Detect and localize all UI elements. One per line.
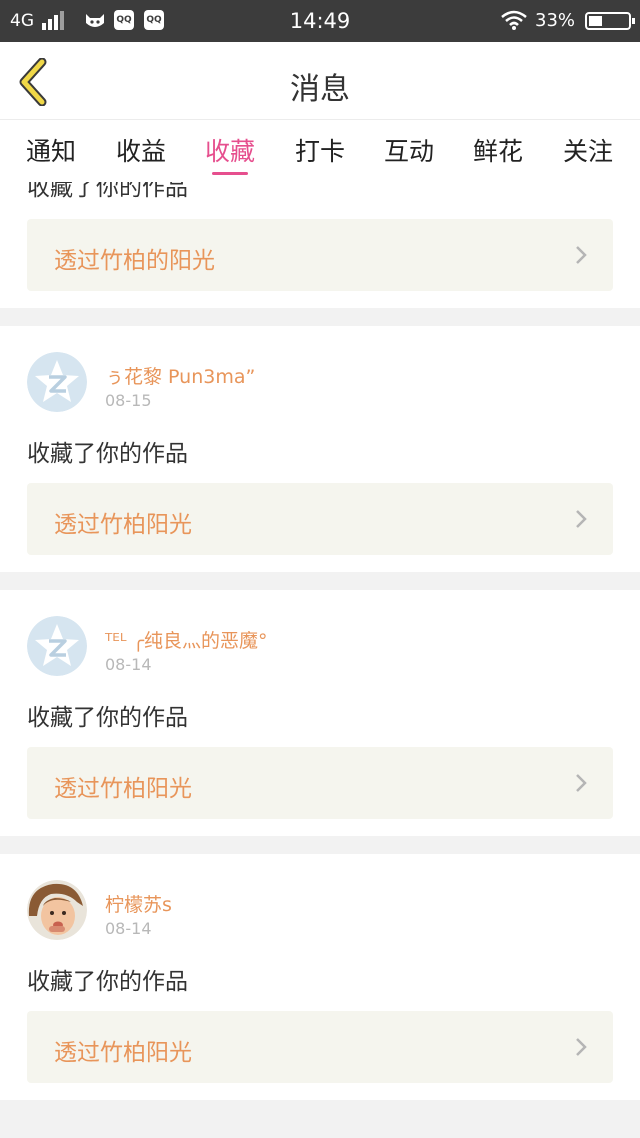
list-item: ᵀᴱᴸ ╭纯良灬的恶魔° 08-14 收藏了你的作品 透过竹柏阳光 xyxy=(0,590,640,836)
timestamp: 08-14 xyxy=(105,919,152,938)
active-tab-indicator xyxy=(212,172,248,175)
avatar[interactable] xyxy=(27,616,87,676)
tab-flowers[interactable]: 鲜花 xyxy=(473,132,523,168)
timestamp: 08-15 xyxy=(105,391,152,410)
work-link[interactable]: 透过竹柏阳光 xyxy=(27,1011,613,1083)
action-text: 收藏了你的作品 xyxy=(27,182,188,201)
work-title: 透过竹柏阳光 xyxy=(54,1040,192,1066)
wifi-icon xyxy=(501,10,527,30)
page-title: 消息 xyxy=(290,72,350,107)
battery-percent: 33% xyxy=(535,10,576,31)
tab-favorites[interactable]: 收藏 xyxy=(205,132,255,168)
work-title: 透过竹柏阳光 xyxy=(54,776,192,802)
tab-interactions[interactable]: 互动 xyxy=(384,132,434,168)
chevron-right-icon xyxy=(576,1038,587,1056)
avatar[interactable] xyxy=(27,880,87,940)
qzone-avatar-icon xyxy=(27,352,87,412)
list-item: ぅ花黎 Pun3ma” 08-15 收藏了你的作品 透过竹柏阳光 xyxy=(0,326,640,572)
action-text: 收藏了你的作品 xyxy=(27,705,188,731)
action-text: 收藏了你的作品 xyxy=(27,441,188,467)
tab-following[interactable]: 关注 xyxy=(563,132,613,168)
list-item: 柠檬苏s 08-14 收藏了你的作品 透过竹柏阳光 xyxy=(0,854,640,1100)
chevron-right-icon xyxy=(576,510,587,528)
qzone-avatar-icon xyxy=(27,616,87,676)
favorites-feed: 收藏了你的作品 透过竹柏的阳光 ぅ花黎 Pun3ma” 08-15 收藏了你的作… xyxy=(0,182,640,1138)
work-title: 透过竹柏阳光 xyxy=(54,512,192,538)
child-photo-avatar-icon xyxy=(27,880,87,940)
work-link[interactable]: 透过竹柏的阳光 xyxy=(27,219,613,291)
tab-earnings[interactable]: 收益 xyxy=(116,132,166,168)
tab-notifications[interactable]: 通知 xyxy=(26,132,76,168)
nav-header: 消息 xyxy=(0,42,640,120)
username[interactable]: ぅ花黎 Pun3ma” xyxy=(105,362,255,389)
username[interactable]: ᵀᴱᴸ ╭纯良灬的恶魔° xyxy=(105,626,268,653)
chevron-right-icon xyxy=(576,246,587,264)
avatar[interactable] xyxy=(27,352,87,412)
tab-bar: 通知 收益 收藏 打卡 互动 鲜花 关注 xyxy=(0,120,640,182)
work-link[interactable]: 透过竹柏阳光 xyxy=(27,483,613,555)
battery-icon xyxy=(585,12,635,30)
action-text: 收藏了你的作品 xyxy=(27,969,188,995)
status-bar: 4G QQ QQ 14:49 33% xyxy=(0,0,640,42)
tab-checkin[interactable]: 打卡 xyxy=(295,132,345,168)
timestamp: 08-14 xyxy=(105,655,152,674)
work-title: 透过竹柏的阳光 xyxy=(54,248,215,274)
work-link[interactable]: 透过竹柏阳光 xyxy=(27,747,613,819)
username[interactable]: 柠檬苏s xyxy=(105,890,172,917)
chevron-right-icon xyxy=(576,774,587,792)
list-item: 收藏了你的作品 透过竹柏的阳光 xyxy=(0,182,640,308)
